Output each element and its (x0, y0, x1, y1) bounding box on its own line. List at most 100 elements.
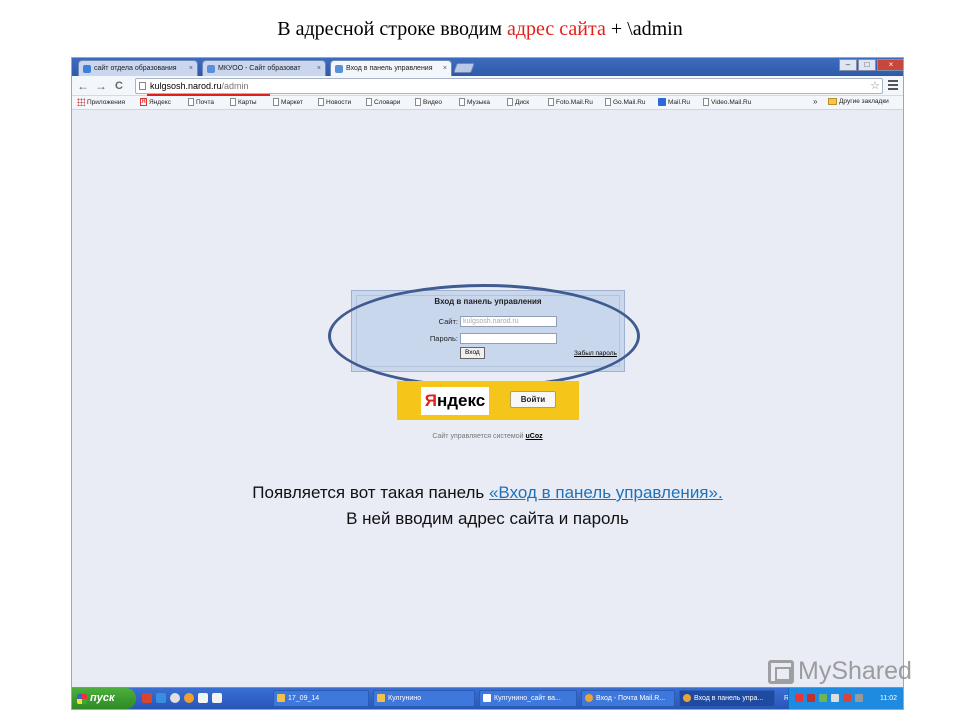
quick-launch-icon[interactable] (170, 693, 180, 703)
yandex-login-banner: Яндекс Войти (397, 381, 579, 420)
slide-title: В адресной строке вводим адрес сайта + \… (277, 18, 683, 40)
bookmark-go-mail[interactable]: Go.Mail.Ru (605, 98, 646, 106)
folder-icon (277, 694, 285, 702)
bookmark-yandex[interactable]: Я Яндекс (140, 98, 171, 106)
bookmark-foto-mail[interactable]: Foto.Mail.Ru (548, 98, 593, 106)
chrome-icon (683, 694, 691, 702)
quick-launch-icon[interactable] (198, 693, 208, 703)
menu-icon[interactable] (888, 80, 898, 92)
tray-icon[interactable] (807, 694, 815, 702)
other-bookmarks[interactable]: Другие закладки (828, 98, 889, 105)
apps-icon (77, 98, 85, 106)
ucoz-link[interactable]: uCoz (526, 433, 543, 440)
bookmark-dictionaries[interactable]: Словари (366, 98, 400, 106)
tab-favicon-icon (207, 64, 215, 73)
url-host: kulgsosh.narod.ru (150, 81, 222, 91)
close-window-button[interactable]: × (877, 59, 903, 71)
tab-label: МКУОО - Сайт образоват (218, 65, 301, 72)
myshared-logo-icon (768, 660, 794, 684)
tray-icon[interactable] (831, 694, 839, 702)
bookmark-apps[interactable]: Приложения (77, 98, 125, 106)
bookmark-mail[interactable]: Почта (188, 98, 214, 106)
folder-icon (377, 694, 385, 702)
page-icon (188, 98, 194, 106)
tab-favicon-icon (335, 64, 343, 73)
tray-icon[interactable] (819, 694, 827, 702)
taskbar-item-active[interactable]: Вход в панель упра... (679, 690, 775, 707)
caption-line-2: В ней вводим адрес сайта и пароль (346, 509, 629, 528)
document-icon (483, 694, 491, 702)
taskbar-item[interactable]: Кулгунино_сайт ва... (479, 690, 577, 707)
url-path: /admin (221, 81, 249, 91)
clock[interactable]: 11:02 (880, 688, 897, 709)
tab-close-icon[interactable]: × (189, 65, 193, 72)
bookmark-video-mail[interactable]: Video.Mail.Ru (703, 98, 751, 106)
page-icon (415, 98, 421, 106)
slide-title-highlight: адрес сайта (507, 18, 606, 40)
bookmark-music[interactable]: Музыка (459, 98, 490, 106)
tab-close-icon[interactable]: × (317, 65, 321, 72)
yandex-icon: Я (140, 98, 147, 106)
page-icon (273, 98, 279, 106)
tab-strip: сайт отдела образования × МКУОО - Сайт о… (72, 58, 903, 76)
tab-label: сайт отдела образования (94, 65, 177, 72)
tray-icon[interactable] (843, 694, 851, 702)
bookmark-news[interactable]: Новости (318, 98, 351, 106)
page-icon (230, 98, 236, 106)
bookmark-mail-ru[interactable]: Mail.Ru (658, 98, 690, 106)
reload-button[interactable]: C (115, 79, 123, 93)
bookmarks-bar: Приложения Я Яндекс Почта Карты Маркет Но… (72, 96, 903, 110)
caption-line-1: Появляется вот такая панель «Вход в пане… (252, 483, 723, 502)
minimize-button[interactable]: – (839, 59, 857, 71)
page-icon (139, 82, 146, 90)
myshared-watermark: MyShared (764, 655, 934, 691)
tab-label: Вход в панель управления (346, 65, 433, 72)
folder-icon (828, 98, 837, 105)
managed-by-text: Сайт управляется системой uCoz (432, 433, 543, 440)
address-bar[interactable]: kulgsosh.narod.ru/admin ☆ (135, 78, 883, 94)
tab-education-site[interactable]: сайт отдела образования × (78, 60, 198, 76)
page-icon (703, 98, 709, 106)
browser-window: сайт отдела образования × МКУОО - Сайт о… (71, 57, 904, 710)
quick-launch-icon[interactable] (212, 693, 222, 703)
start-button[interactable]: пуск (72, 688, 136, 709)
bookmark-market[interactable]: Маркет (273, 98, 303, 106)
tab-favicon-icon (83, 64, 91, 73)
forward-button[interactable]: → (95, 79, 107, 93)
maximize-button[interactable]: □ (858, 59, 876, 71)
chrome-icon (585, 694, 593, 702)
new-tab-button[interactable] (453, 63, 475, 73)
bookmarks-more-button[interactable]: » (813, 97, 817, 106)
page-icon (366, 98, 372, 106)
bookmark-star-icon[interactable]: ☆ (870, 79, 880, 93)
windows-flag-icon (77, 694, 87, 704)
taskbar-item[interactable]: 17_09_14 (273, 690, 369, 707)
tab-admin-login[interactable]: Вход в панель управления × (330, 60, 452, 76)
bookmark-maps[interactable]: Карты (230, 98, 257, 106)
back-button[interactable]: ← (77, 79, 89, 93)
taskbar-item[interactable]: Вход - Почта Mail.R... (581, 690, 675, 707)
tray-icon[interactable] (855, 694, 863, 702)
quick-launch-icon[interactable] (142, 693, 152, 703)
mail-ru-icon (658, 98, 666, 106)
bookmark-disk[interactable]: Диск (507, 98, 529, 106)
quick-launch-icon[interactable] (184, 693, 194, 703)
watermark-text: MyShared (798, 657, 912, 685)
quick-launch-icon[interactable] (156, 693, 166, 703)
page-content: Вход в панель управления Сайт: kulgsosh.… (72, 111, 903, 689)
caption-link: «Вход в панель управления». (488, 483, 723, 502)
bookmark-video[interactable]: Видео (415, 98, 442, 106)
page-icon (605, 98, 611, 106)
page-icon (507, 98, 513, 106)
toolbar: ← → C kulgsosh.narod.ru/admin ☆ (72, 76, 903, 96)
tab-close-icon[interactable]: × (443, 65, 447, 72)
tab-mkuoo-site[interactable]: МКУОО - Сайт образоват × (202, 60, 326, 76)
taskbar-item[interactable]: Кулгунино (373, 690, 475, 707)
page-icon (459, 98, 465, 106)
highlight-ellipse (328, 284, 640, 388)
yandex-logo: Яндекс (421, 387, 489, 415)
system-tray: 11:02 (788, 688, 903, 709)
page-icon (548, 98, 554, 106)
yandex-login-button[interactable]: Войти (510, 391, 556, 408)
tray-icon[interactable] (795, 694, 803, 702)
